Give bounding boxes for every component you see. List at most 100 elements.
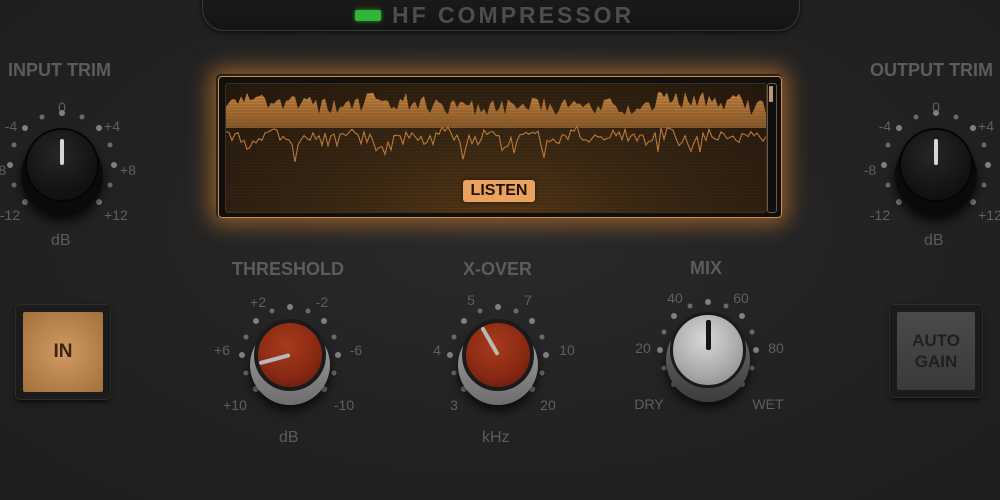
scale-tick	[22, 125, 29, 132]
threshold-label: THRESHOLD	[232, 259, 344, 279]
crossover-scale-10: 10	[559, 342, 575, 358]
threshold-scale-minus10: -10	[333, 397, 355, 413]
scale-tick	[79, 114, 85, 120]
display-scrollbar[interactable]	[767, 83, 777, 213]
input-trim-scale-minus4: -4	[4, 118, 18, 134]
power-led-icon	[355, 10, 381, 21]
scale-tick	[896, 125, 903, 132]
scale-tick	[513, 308, 519, 314]
knob-cap	[670, 312, 746, 388]
scale-tick	[969, 125, 976, 132]
scale-tick	[985, 162, 991, 168]
mix-scale-dry: DRY	[634, 396, 664, 412]
knob-indicator	[705, 320, 711, 350]
scale-tick	[7, 162, 13, 168]
output-trim-scale-minus12: -12	[869, 207, 891, 223]
output-trim-scale-plus12: +12	[978, 207, 1000, 223]
scale-tick	[539, 370, 545, 376]
scale-tick	[981, 142, 987, 148]
scale-tick	[451, 334, 457, 340]
mix-scale-40: 40	[667, 290, 683, 306]
threshold-scale-plus6: +6	[214, 342, 230, 358]
scale-tick	[447, 352, 453, 358]
input-trim-label: INPUT TRIM	[8, 60, 111, 80]
knob-cap	[25, 128, 99, 202]
mix-scale-wet: WET	[752, 396, 784, 412]
scale-tick	[111, 162, 117, 168]
scale-tick	[320, 318, 327, 325]
scale-tick	[543, 352, 549, 358]
listen-button[interactable]: LISTEN	[463, 180, 535, 202]
output-trim-scale-minus4: -4	[878, 118, 892, 134]
mix-scale-20: 20	[635, 340, 651, 356]
scale-tick	[243, 334, 249, 340]
scale-tick	[738, 313, 745, 320]
scale-tick	[95, 125, 102, 132]
scale-tick	[95, 198, 102, 205]
knob-cap	[899, 128, 973, 202]
threshold-scale-plus2: +2	[250, 294, 266, 310]
knob-indicator	[258, 353, 291, 366]
knob-indicator	[480, 326, 500, 356]
scale-tick	[39, 114, 45, 120]
crossover-label: X-OVER	[463, 259, 533, 279]
scale-tick	[305, 308, 311, 314]
scale-tick	[243, 370, 249, 376]
scale-tick	[723, 303, 729, 309]
input-trim-unit: dB	[51, 232, 71, 249]
scale-tick	[107, 182, 113, 188]
mix-scale-80: 80	[768, 340, 784, 356]
input-trim-scale-plus12: +12	[104, 207, 128, 223]
scale-tick	[687, 303, 693, 309]
crossover-scale-7: 7	[524, 292, 532, 308]
scale-tick	[107, 142, 113, 148]
threshold-scale-minus6: -6	[349, 342, 363, 358]
scale-tick	[933, 110, 939, 116]
scale-tick	[11, 182, 17, 188]
scale-tick	[59, 110, 65, 116]
scale-tick	[913, 114, 919, 120]
crossover-scale-5: 5	[467, 292, 475, 308]
scale-tick	[657, 347, 663, 353]
scale-tick	[661, 365, 667, 371]
scroll-thumb[interactable]	[769, 86, 773, 102]
scale-tick	[885, 142, 891, 148]
auto-gain-button-label: AUTO GAIN	[897, 312, 975, 390]
scale-tick	[11, 142, 17, 148]
scale-tick	[705, 299, 711, 305]
input-trim-scale-minus8: -8	[0, 162, 7, 178]
scale-tick	[495, 304, 501, 310]
knob-cap	[254, 319, 326, 391]
mix-label: MIX	[690, 258, 723, 278]
output-trim-scale-minus8: -8	[863, 162, 877, 178]
scale-tick	[528, 318, 535, 325]
knob-indicator	[934, 139, 938, 165]
crossover-scale-20: 20	[540, 397, 556, 413]
input-trim-scale-minus12: -12	[0, 207, 21, 223]
knob-indicator	[60, 139, 64, 165]
scale-tick	[239, 352, 245, 358]
scale-tick	[22, 198, 29, 205]
plugin-title: HF COMPRESSOR	[392, 2, 635, 28]
crossover-scale-4: 4	[433, 342, 441, 358]
scale-tick	[753, 347, 759, 353]
scale-tick	[896, 198, 903, 205]
scale-tick	[287, 304, 293, 310]
crossover-unit: kHz	[482, 429, 510, 446]
scale-tick	[749, 329, 755, 335]
input-trim-scale-plus4: +4	[104, 118, 120, 134]
threshold-unit: dB	[279, 429, 299, 446]
output-trim-scale-plus4: +4	[978, 118, 994, 134]
in-button[interactable]: IN	[16, 305, 110, 399]
auto-gain-button[interactable]: AUTO GAIN	[890, 305, 982, 397]
scale-tick	[331, 334, 337, 340]
input-trim-scale-plus8: +8	[120, 162, 136, 178]
scale-tick	[269, 308, 275, 314]
scale-tick	[661, 329, 667, 335]
scale-tick	[885, 182, 891, 188]
crossover-scale-3: 3	[450, 397, 458, 413]
knob-cap	[462, 319, 534, 391]
scale-tick	[461, 318, 468, 325]
scale-tick	[477, 308, 483, 314]
output-trim-unit: dB	[924, 232, 944, 249]
